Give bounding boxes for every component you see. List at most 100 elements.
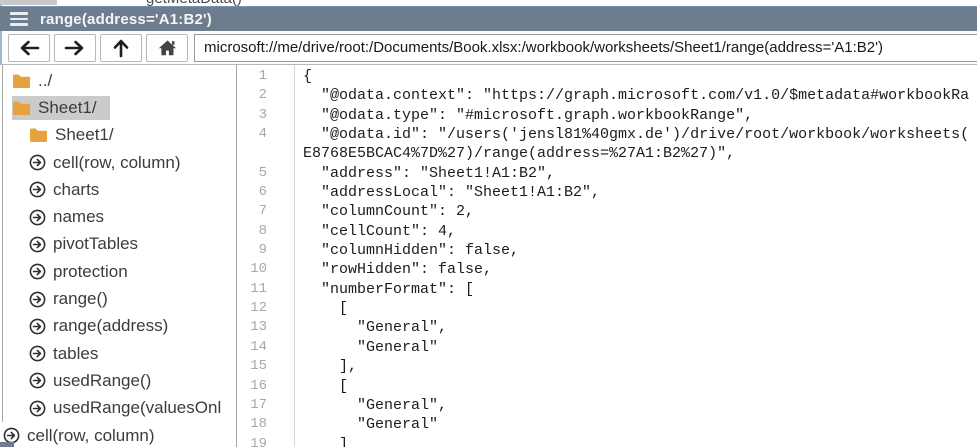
goto-icon (29, 400, 46, 417)
line-number-gutter: 12345678910111213141516171819 (237, 65, 295, 447)
tree-item-inner: cell(row, column) (3, 424, 155, 447)
tree-item-inner: tables (29, 342, 98, 366)
code-line: "address": "Sheet1!A1:B2", (303, 164, 977, 183)
sidebar-item-cell-row-column[interactable]: cell(row, column) (0, 422, 236, 447)
hamburger-menu-icon[interactable] (10, 12, 28, 25)
tree-item-inner: Sheet1/ (12, 96, 110, 120)
sidebar-item-charts[interactable]: charts (3, 176, 236, 203)
app-window: getMetaData() range(address='A1:B2') ../… (0, 0, 977, 447)
folder-icon (29, 127, 48, 143)
tree-item-label: cell(row, column) (53, 153, 181, 173)
tree-item-label: protection (53, 262, 128, 282)
goto-icon (29, 318, 46, 335)
folder-icon (12, 100, 31, 116)
line-number (237, 144, 294, 163)
fragment-bar (0, 0, 57, 5)
goto-icon (29, 154, 46, 171)
tree-item-label: cell(row, column) (27, 426, 155, 446)
code-area: { "@odata.context": "https://graph.micro… (295, 65, 977, 447)
up-arrow-icon (113, 38, 129, 58)
sidebar: ../ Sheet1/Sheet1/cell(row, column) charts… (0, 65, 237, 447)
code-line: "@odata.context": "https://graph.microso… (303, 86, 977, 105)
code-line: "cellCount": 4, (303, 222, 977, 241)
sidebar-item-tables[interactable]: tables (3, 340, 236, 367)
tree-item-label: usedRange() (53, 371, 151, 391)
sidebar-item-pivottables[interactable]: pivotTables (3, 231, 236, 258)
goto-icon (29, 236, 46, 253)
sidebar-item-protection[interactable]: protection (3, 258, 236, 285)
line-number: 18 (237, 415, 294, 434)
page-title: range(address='A1:B2') (40, 11, 212, 28)
folder-icon (12, 73, 31, 89)
line-number: 16 (237, 377, 294, 396)
goto-icon (29, 181, 46, 198)
code-line: "General" (303, 338, 977, 357)
sidebar-item-[interactable]: ../ (3, 67, 236, 94)
line-number: 1 (237, 67, 294, 86)
line-number: 14 (237, 338, 294, 357)
back-button[interactable] (8, 34, 50, 62)
line-number: 8 (237, 222, 294, 241)
tree-item-inner: range(address) (29, 314, 168, 338)
code-line: "General", (303, 318, 977, 337)
line-number: 2 (237, 86, 294, 105)
line-number: 17 (237, 396, 294, 415)
code-line: "numberFormat": [ (303, 280, 977, 299)
tree-item-label: names (53, 207, 104, 227)
tree-item-inner: Sheet1/ (29, 123, 114, 147)
code-line: "General" (303, 415, 977, 434)
navigation-toolbar (0, 31, 977, 64)
sidebar-item-sheet1[interactable]: Sheet1/ (3, 94, 236, 121)
code-line: { (303, 67, 977, 86)
tree-item-label: usedRange(valuesOnl (53, 398, 221, 418)
home-button[interactable] (146, 34, 188, 62)
tree-item-label: charts (53, 180, 99, 200)
sidebar-item-range-address[interactable]: range(address) (3, 313, 236, 340)
code-line: "@odata.type": "#microsoft.graph.workboo… (303, 106, 977, 125)
sidebar-item-sheet1[interactable]: Sheet1/ (3, 122, 236, 149)
code-line: [ (303, 299, 977, 318)
tree-item-label: Sheet1/ (55, 125, 114, 145)
up-button[interactable] (100, 34, 142, 62)
goto-icon (29, 263, 46, 280)
line-number: 3 (237, 106, 294, 125)
address-bar-input[interactable] (194, 34, 977, 62)
code-line: [ (303, 377, 977, 396)
main-area: ../ Sheet1/Sheet1/cell(row, column) charts… (0, 64, 977, 447)
tree-item-label: ../ (38, 71, 52, 91)
goto-icon (29, 291, 46, 308)
title-bar: range(address='A1:B2') (0, 6, 977, 31)
tree-item-label: range() (53, 289, 108, 309)
code-line: "rowHidden": false, (303, 260, 977, 279)
tree-item-inner: charts (29, 178, 99, 202)
tree-item-inner: cell(row, column) (29, 151, 181, 175)
code-line: "@odata.id": "/users('jensl81%40gmx.de')… (303, 125, 977, 144)
line-number: 11 (237, 280, 294, 299)
goto-icon (29, 209, 46, 226)
sidebar-item-usedrange[interactable]: usedRange() (3, 367, 236, 394)
tree-item-inner: usedRange() (29, 369, 151, 393)
tree-item-inner: names (29, 205, 104, 229)
line-number: 6 (237, 183, 294, 202)
tree-item-label: pivotTables (53, 234, 138, 254)
line-number: 4 (237, 125, 294, 144)
line-number: 7 (237, 202, 294, 221)
goto-icon (29, 345, 46, 362)
forward-arrow-icon (64, 40, 86, 56)
tree-item-inner: ../ (12, 69, 52, 93)
code-line: ] (303, 435, 977, 447)
forward-button[interactable] (54, 34, 96, 62)
home-icon (158, 39, 177, 56)
code-line: ], (303, 357, 977, 376)
line-number: 10 (237, 260, 294, 279)
sidebar-item-range[interactable]: range() (3, 285, 236, 312)
sidebar-item-usedrange-valuesonl[interactable]: usedRange(valuesOnl (3, 395, 236, 422)
sidebar-item-cell-row-column[interactable]: cell(row, column) (3, 149, 236, 176)
back-arrow-icon (18, 40, 40, 56)
tree-item-inner: usedRange(valuesOnl (29, 396, 221, 420)
code-line: "General", (303, 396, 977, 415)
tree-item-inner: protection (29, 260, 128, 284)
code-line: "columnHidden": false, (303, 241, 977, 260)
sidebar-item-names[interactable]: names (3, 203, 236, 230)
tree-item-label: range(address) (53, 316, 168, 336)
